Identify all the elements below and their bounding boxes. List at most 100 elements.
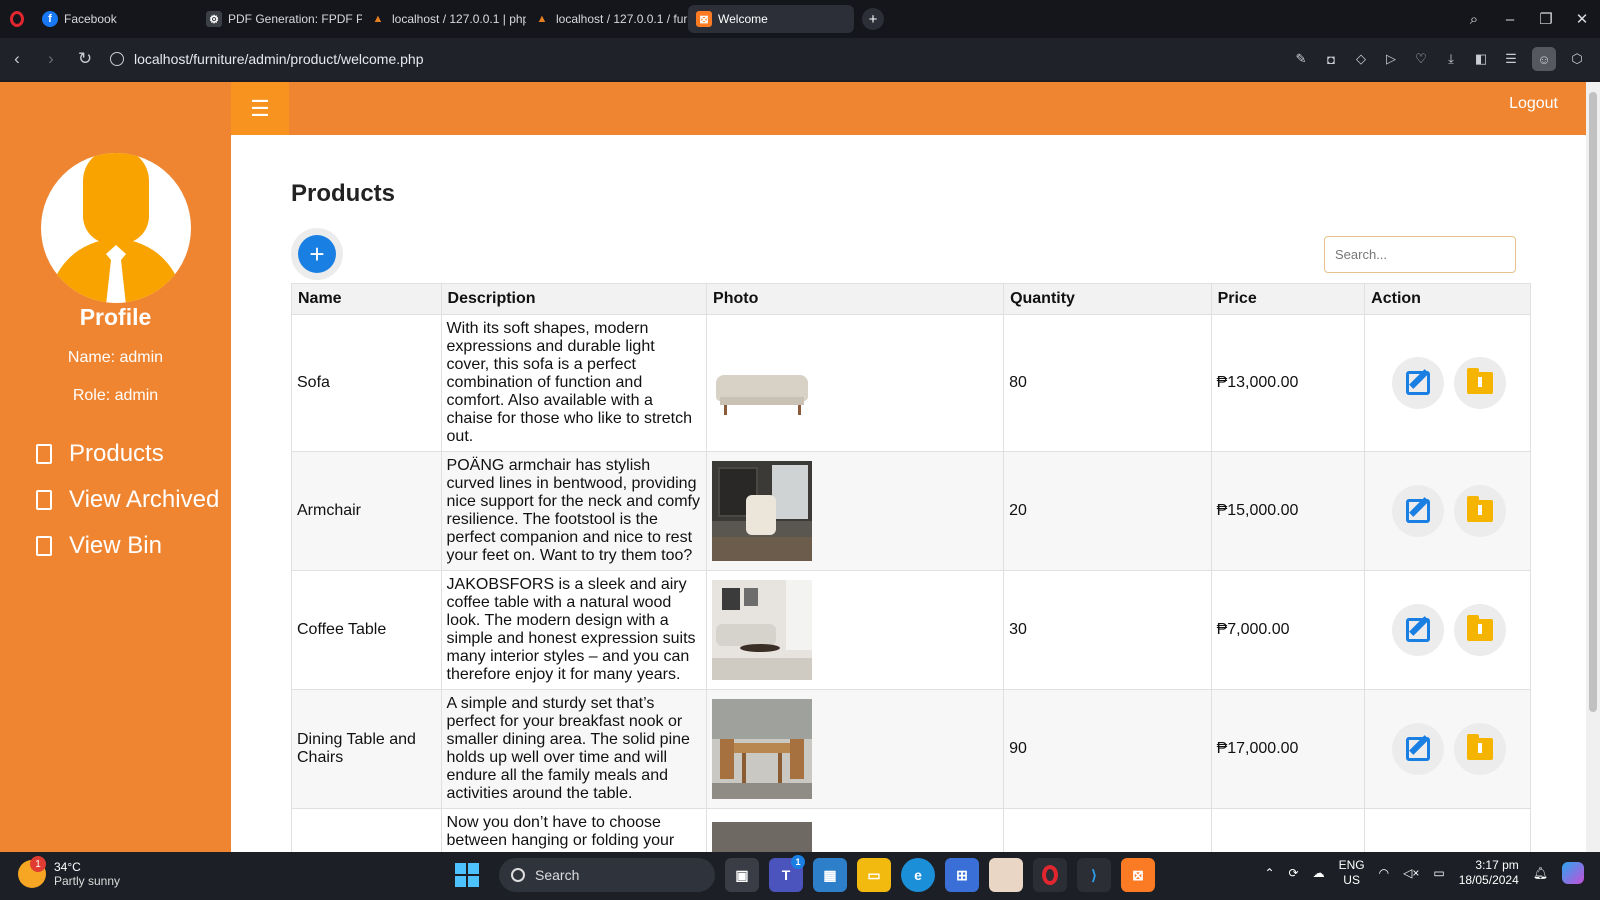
wardrobe-photo	[712, 822, 813, 852]
armchair-photo	[712, 461, 813, 561]
forward-button[interactable]: ›	[34, 49, 68, 69]
file-explorer-icon[interactable]: ▭	[857, 858, 891, 892]
new-tab-button[interactable]: +	[862, 8, 884, 30]
easy-setup-icon[interactable]: ☰	[1502, 50, 1520, 68]
onedrive-icon[interactable]: ☁	[1313, 866, 1325, 880]
microsoft-store-icon[interactable]: ⊞	[945, 858, 979, 892]
close-window-button[interactable]: ✕	[1564, 10, 1600, 28]
cell-photo	[706, 451, 1005, 571]
system-tray: ⌃ ⟳ ☁ ENG US ◠ ◁× ▭ 3:17 pm 18/05/2024 🔔…	[1264, 858, 1584, 888]
table-header-row: Name Description Photo Quantity Price Ac…	[291, 283, 1531, 315]
windows-start-icon[interactable]	[455, 863, 479, 887]
add-product-button[interactable]: +	[298, 235, 336, 273]
cell-name: Sofa	[291, 314, 442, 452]
hamburger-menu-icon[interactable]: ☰	[231, 82, 289, 135]
weather-temp: 34°C	[54, 860, 81, 874]
search-input[interactable]	[1324, 236, 1516, 273]
taskbar-search[interactable]: Search	[499, 858, 715, 892]
flow-icon[interactable]: ▷	[1382, 50, 1400, 68]
tab-title: localhost / 127.0.0.1 | php	[392, 12, 526, 26]
extensions-icon[interactable]: ⬡	[1568, 50, 1586, 68]
heart-icon[interactable]: ♡	[1412, 50, 1430, 68]
sidebar-item-products[interactable]: Products	[33, 440, 164, 468]
task-view-icon[interactable]: ▣	[725, 858, 759, 892]
tab-title: localhost / 127.0.0.1 / furn	[556, 12, 688, 26]
edit-button[interactable]	[1392, 604, 1445, 656]
facebook-icon: f	[42, 11, 58, 27]
shield-icon[interactable]: ◇	[1352, 50, 1370, 68]
edit-icon	[1406, 371, 1431, 395]
profile-icon[interactable]: ☺	[1532, 47, 1556, 71]
sidebar-item-view-archived[interactable]: View Archived	[33, 486, 219, 514]
archive-button[interactable]	[1454, 723, 1507, 775]
archive-button[interactable]	[1454, 604, 1507, 656]
column-header-photo: Photo	[706, 283, 1005, 315]
cell-actions	[1364, 689, 1531, 809]
scrollbar-thumb[interactable]	[1589, 92, 1597, 712]
teams-badge: 1	[791, 855, 805, 869]
edit-button[interactable]	[1392, 485, 1445, 537]
vscode-icon[interactable]: ⟩	[1077, 858, 1111, 892]
clock[interactable]: 3:17 pm 18/05/2024	[1459, 858, 1519, 888]
opera-taskbar-icon[interactable]	[1033, 858, 1067, 892]
language-indicator[interactable]: ENG US	[1339, 858, 1365, 888]
search-icon	[511, 868, 525, 882]
sidebar-item-label: Products	[69, 440, 164, 467]
weather-widget[interactable]: 1 34°C Partly sunny	[18, 856, 120, 888]
battery-icon[interactable]: ▭	[1433, 866, 1444, 880]
cell-name: Coffee Table	[291, 570, 442, 690]
volume-muted-icon[interactable]: ◁×	[1403, 866, 1419, 880]
back-button[interactable]: ‹	[0, 49, 34, 69]
archive-file-icon	[33, 488, 55, 512]
anime-app-icon[interactable]	[989, 858, 1023, 892]
camera-icon[interactable]: ◘	[1322, 50, 1340, 68]
cell-price: ₱7,000.00	[1210, 570, 1366, 690]
cell-description: With its soft shapes, modern expressions…	[440, 314, 708, 452]
opera-logo-icon[interactable]	[0, 0, 34, 38]
teams-icon[interactable]: T1	[769, 855, 805, 892]
copilot-icon[interactable]	[1562, 862, 1584, 884]
globe-icon	[110, 52, 124, 66]
minimize-button[interactable]: –	[1492, 11, 1528, 28]
cell-name	[291, 808, 442, 852]
restore-button[interactable]: ❐	[1528, 10, 1564, 28]
sidebar-toggle-icon[interactable]: ◧	[1472, 50, 1490, 68]
page-scrollbar[interactable]	[1586, 82, 1600, 852]
products-table: Name Description Photo Quantity Price Ac…	[291, 283, 1531, 852]
edge-icon[interactable]: e	[901, 858, 935, 892]
archive-folder-icon	[1467, 734, 1494, 760]
column-header-description: Description	[440, 283, 708, 315]
logout-link[interactable]: Logout	[1509, 95, 1558, 113]
dining-set-photo	[712, 699, 813, 799]
snapshot-edit-icon[interactable]: ✎	[1292, 50, 1310, 68]
photos-icon[interactable]: ▦	[813, 858, 847, 892]
wifi-icon[interactable]: ◠	[1379, 866, 1389, 880]
sidebar-item-view-bin[interactable]: View Bin	[33, 532, 162, 560]
cell-quantity	[1003, 808, 1212, 852]
table-row: Now you don’t have to choose between han…	[291, 808, 1531, 852]
tab-phpmyadmin-1[interactable]: ▲ localhost / 127.0.0.1 | php	[362, 5, 526, 33]
tab-title: PDF Generation: FPDF PHP	[228, 12, 362, 26]
archive-button[interactable]	[1454, 485, 1507, 537]
tab-search-icon[interactable]: ⌕	[1456, 11, 1492, 28]
edit-button[interactable]	[1392, 723, 1445, 775]
sync-icon[interactable]: ⟳	[1289, 866, 1299, 880]
tab-welcome[interactable]: ⊠ Welcome	[688, 5, 854, 33]
xampp-taskbar-icon[interactable]: ⊠	[1121, 858, 1155, 892]
tab-title: Facebook	[64, 12, 117, 26]
cell-photo	[706, 314, 1005, 452]
url-field[interactable]: localhost/furniture/admin/product/welcom…	[110, 51, 424, 67]
archive-button[interactable]	[1454, 357, 1507, 409]
cell-photo	[706, 570, 1005, 690]
tab-facebook[interactable]: f Facebook	[34, 5, 198, 33]
download-icon[interactable]: ⤓	[1442, 50, 1460, 68]
reload-button[interactable]: ↻	[68, 49, 102, 69]
table-row: Dining Table and Chairs A simple and stu…	[291, 689, 1531, 809]
tab-phpmyadmin-2[interactable]: ▲ localhost / 127.0.0.1 / furn	[526, 5, 688, 33]
bin-file-icon	[33, 534, 55, 558]
profile-name: Name: admin	[67, 349, 164, 366]
chevron-up-icon[interactable]: ⌃	[1264, 866, 1274, 880]
edit-button[interactable]	[1392, 357, 1445, 409]
notification-bell-icon[interactable]: 🔔︎	[1533, 866, 1548, 880]
tab-pdf-generation[interactable]: ⚙ PDF Generation: FPDF PHP	[198, 5, 362, 33]
